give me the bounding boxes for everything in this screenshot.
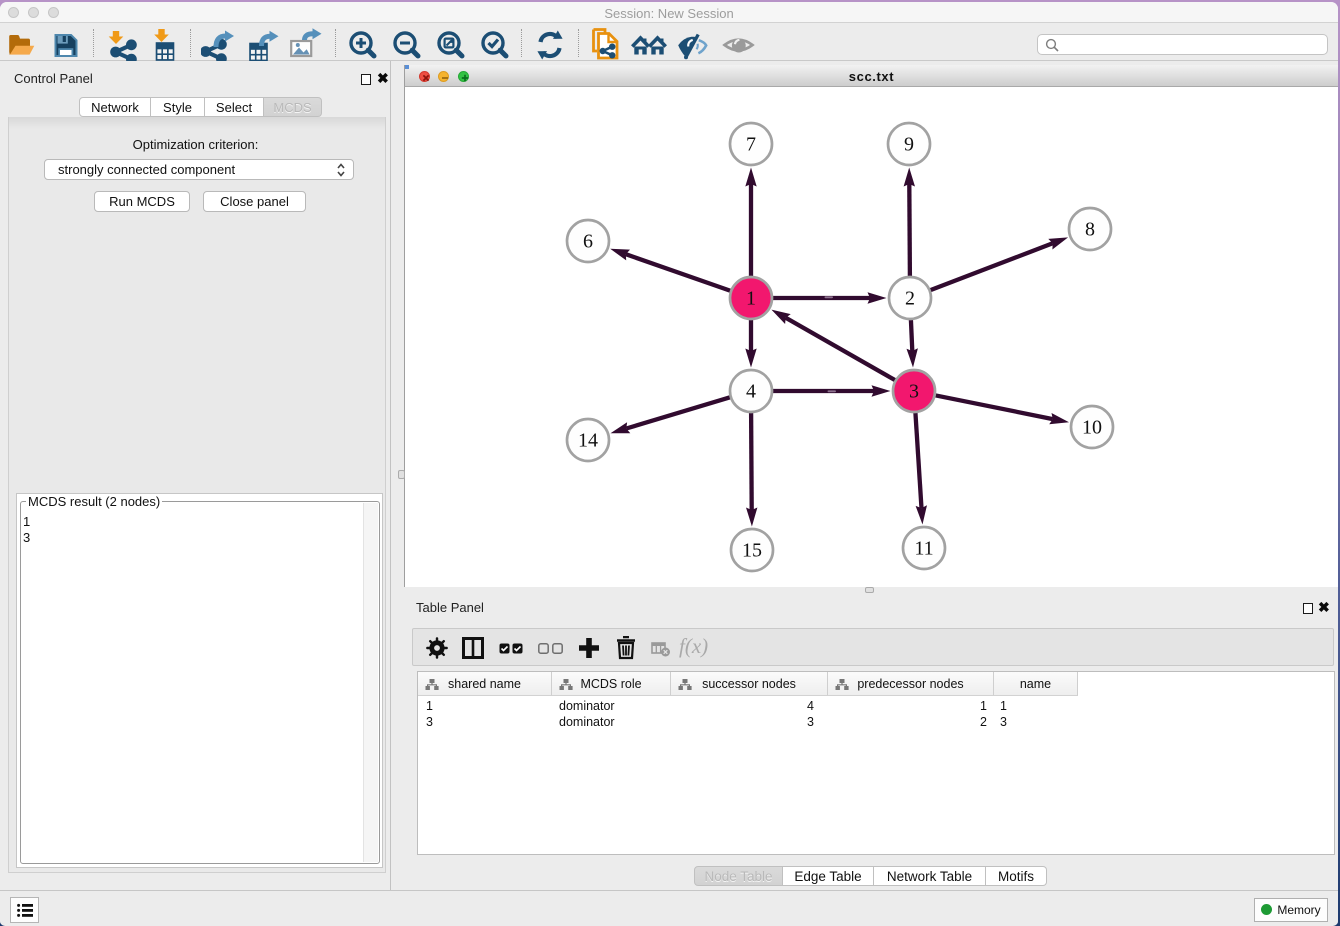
svg-text:14: 14: [578, 430, 598, 452]
svg-text:15: 15: [742, 540, 762, 562]
svg-text:2: 2: [905, 288, 915, 310]
svg-text:3: 3: [909, 381, 919, 403]
svg-text:1: 1: [746, 288, 756, 310]
svg-text:8: 8: [1085, 219, 1095, 241]
svg-text:9: 9: [904, 134, 914, 156]
svg-text:6: 6: [583, 231, 593, 253]
svg-text:7: 7: [746, 134, 756, 156]
svg-text:11: 11: [914, 538, 933, 560]
svg-text:4: 4: [746, 381, 756, 403]
svg-text:10: 10: [1082, 417, 1102, 439]
